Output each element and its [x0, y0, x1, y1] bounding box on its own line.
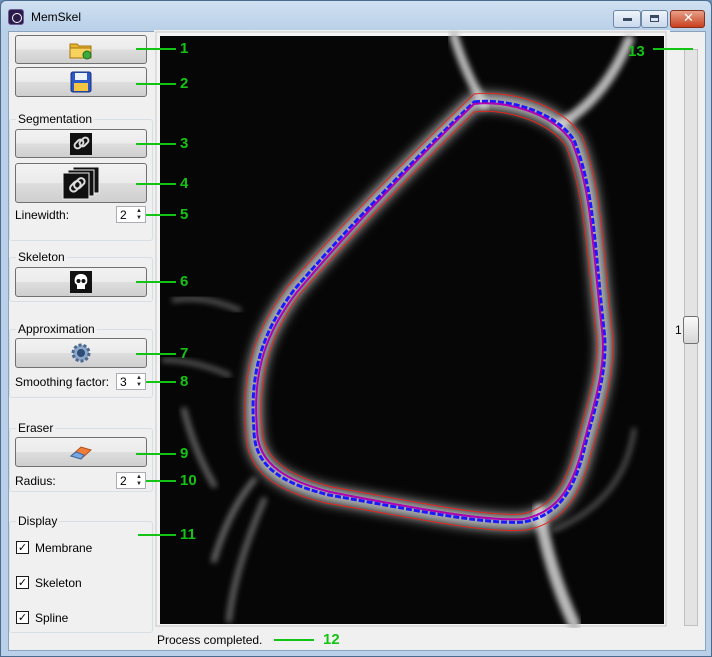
smoothing-label: Smoothing factor:	[15, 375, 110, 389]
skeleton-checkbox[interactable]: ✓	[16, 576, 29, 589]
app-icon	[8, 9, 24, 25]
skeleton-label[interactable]: Skeleton	[35, 576, 82, 590]
membrane-label[interactable]: Membrane	[35, 541, 92, 555]
annotation-label: 11	[180, 526, 196, 543]
annotation-line	[146, 480, 176, 482]
save-button[interactable]	[15, 67, 147, 97]
radius-spinbox[interactable]: 2 ▲ ▼	[116, 472, 146, 489]
spin-up-icon[interactable]: ▲	[134, 474, 144, 481]
spin-up-icon[interactable]: ▲	[134, 208, 144, 215]
annotation-line	[138, 534, 176, 536]
approximate-button[interactable]	[15, 338, 147, 368]
spline-label[interactable]: Spline	[35, 611, 68, 625]
skeleton-title: Skeleton	[16, 250, 67, 264]
annotation-label: 7	[180, 345, 189, 362]
title-bar[interactable]: MemSkel ✕	[1, 1, 711, 31]
annotation-label: 2	[180, 75, 189, 92]
linewidth-spinbox[interactable]: 2 ▲ ▼	[116, 206, 146, 223]
annotation-line	[136, 143, 176, 145]
linewidth-value: 2	[120, 208, 127, 222]
eraser-title: Eraser	[16, 421, 56, 435]
annotation-label: 1	[180, 40, 189, 57]
smoothing-spinbox[interactable]: 3 ▲ ▼	[116, 373, 146, 390]
floppy-disk-icon	[70, 71, 92, 93]
annotation-line	[274, 639, 314, 641]
eraser-icon	[69, 446, 92, 460]
spin-up-icon[interactable]: ▲	[134, 375, 144, 382]
status-bar-text: Process completed.	[157, 633, 263, 647]
segment-button[interactable]	[15, 129, 147, 158]
annotation-line	[136, 48, 176, 50]
annotation-line	[136, 453, 176, 455]
annotation-label: 12	[323, 631, 340, 648]
spline-checkbox[interactable]: ✓	[16, 611, 29, 624]
minimize-icon	[623, 18, 632, 21]
maximize-button[interactable]	[641, 10, 668, 28]
slice-slider-value: 1	[675, 323, 682, 337]
membrane-checkbox[interactable]: ✓	[16, 541, 29, 554]
annotation-label: 9	[180, 445, 189, 462]
annotation-line	[653, 48, 693, 50]
spin-down-icon[interactable]: ▼	[134, 481, 144, 488]
annotation-line	[136, 281, 176, 283]
close-button[interactable]: ✕	[670, 10, 705, 28]
linewidth-label: Linewidth:	[15, 208, 70, 222]
window-title: MemSkel	[31, 10, 82, 24]
annotation-label: 13	[628, 43, 645, 60]
spin-down-icon[interactable]: ▼	[134, 215, 144, 222]
annotation-label: 3	[180, 135, 189, 152]
chain-link-stack-icon	[62, 166, 100, 200]
eraser-button[interactable]	[15, 437, 147, 467]
microscopy-image[interactable]	[154, 30, 670, 628]
annotation-label: 5	[180, 206, 189, 223]
gear-icon	[71, 343, 91, 363]
maximize-icon	[650, 15, 659, 22]
annotation-label: 8	[180, 373, 189, 390]
approximation-title: Approximation	[16, 322, 97, 336]
slice-slider-thumb[interactable]	[683, 316, 699, 344]
annotation-line	[136, 353, 176, 355]
smoothing-value: 3	[120, 375, 127, 389]
annotation-line	[136, 183, 176, 185]
radius-value: 2	[120, 474, 127, 488]
open-folder-icon	[69, 43, 92, 59]
annotation-label: 10	[180, 472, 197, 489]
image-viewer[interactable]	[154, 30, 670, 628]
chain-link-icon	[70, 132, 92, 155]
minimize-button[interactable]	[613, 10, 641, 28]
segment-all-button[interactable]	[15, 163, 147, 203]
skeleton-button[interactable]	[15, 267, 147, 297]
annotation-label: 4	[180, 175, 189, 192]
annotation-line	[146, 381, 176, 383]
skull-icon	[70, 271, 92, 293]
display-title: Display	[16, 514, 60, 528]
open-button[interactable]	[15, 35, 147, 64]
close-icon: ✕	[683, 11, 694, 26]
radius-label: Radius:	[15, 474, 56, 488]
annotation-line	[146, 214, 176, 216]
spin-down-icon[interactable]: ▼	[134, 382, 144, 389]
annotation-line	[136, 83, 176, 85]
segmentation-title: Segmentation	[16, 112, 95, 126]
annotation-label: 6	[180, 273, 189, 290]
